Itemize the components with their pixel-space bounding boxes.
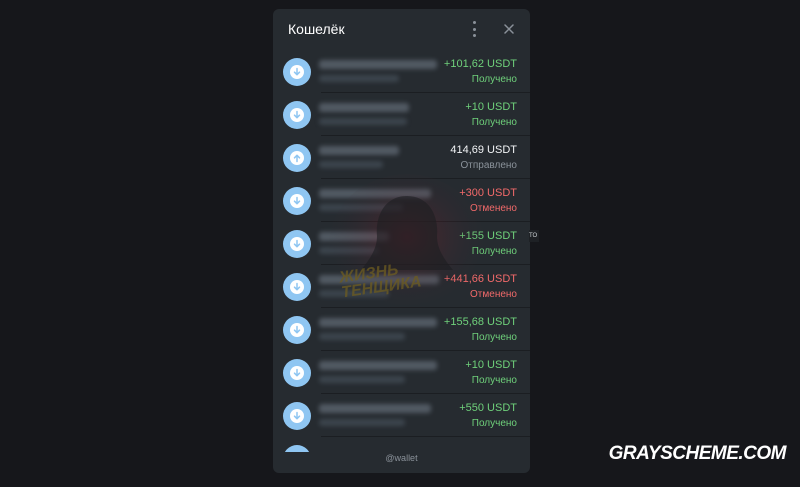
arrow-down-icon <box>283 101 311 129</box>
arrow-down-icon <box>283 187 311 215</box>
redacted-date <box>319 204 403 211</box>
transaction-row[interactable]: +101,62 USDT Получено <box>273 50 530 93</box>
transaction-status: Получено <box>471 117 517 128</box>
transaction-amount: 414,69 USDT <box>450 144 517 156</box>
redacted-date <box>319 419 405 426</box>
wallet-footer: @wallet <box>385 453 418 463</box>
redacted-date <box>319 118 407 125</box>
arrow-up-icon <box>283 144 311 172</box>
redacted-counterparty <box>319 146 399 155</box>
transaction-row[interactable]: 414,69 USDT Отправлено <box>273 136 530 179</box>
transaction-amount: +101,62 USDT <box>443 58 517 70</box>
redacted-date <box>319 376 405 383</box>
transaction-amount: +155 USDT <box>459 230 517 242</box>
wallet-panel: Кошелёк +101,62 USDT Получено +10 USDT Полу… <box>273 9 530 473</box>
transaction-status: Отправлено <box>460 160 517 171</box>
edge-fragment: TO <box>529 230 539 242</box>
arrow-down-icon <box>283 316 311 344</box>
redacted-counterparty <box>319 60 437 69</box>
redacted-date <box>319 333 405 340</box>
transaction-status: Отменено <box>470 289 517 300</box>
redacted-counterparty <box>319 318 437 327</box>
redacted-date <box>319 290 389 297</box>
more-vertical-icon[interactable] <box>469 21 479 37</box>
redacted-date <box>319 161 383 168</box>
transaction-status: Получено <box>471 418 517 429</box>
transaction-row[interactable]: +441,66 USDT Отменено <box>273 265 530 308</box>
transaction-status: Получено <box>471 375 517 386</box>
brand-watermark: GRAYSCHEME.COM <box>608 443 787 464</box>
transaction-status: Получено <box>471 74 517 85</box>
arrow-down-icon <box>283 58 311 86</box>
transaction-amount: +550 USDT <box>459 402 517 414</box>
transaction-row[interactable]: +10 USDT Получено <box>273 93 530 136</box>
wallet-title: Кошелёк <box>288 21 345 37</box>
transaction-row[interactable]: +550 USDT Получено <box>273 394 530 437</box>
redacted-date <box>319 75 399 82</box>
wallet-header: Кошелёк <box>273 9 530 51</box>
redacted-counterparty <box>319 404 431 413</box>
arrow-down-icon <box>283 402 311 430</box>
transaction-amount: +441,66 USDT <box>443 273 517 285</box>
redacted-counterparty <box>319 275 439 284</box>
transaction-list: +101,62 USDT Получено +10 USDT Получено 414,… <box>273 50 530 452</box>
transaction-status: Получено <box>471 246 517 257</box>
redacted-date <box>319 247 379 254</box>
transaction-status: Отменено <box>470 203 517 214</box>
transaction-row[interactable]: +155,68 USDT Получено <box>273 308 530 351</box>
redacted-counterparty <box>319 361 437 370</box>
transaction-row[interactable]: +10 USDT Получено <box>273 351 530 394</box>
transaction-amount: +10 USDT <box>465 359 517 371</box>
close-icon[interactable] <box>501 21 517 37</box>
redacted-counterparty <box>319 232 389 241</box>
transaction-row[interactable]: +300 USDT Отменено <box>273 179 530 222</box>
transaction-amount: +300 USDT <box>459 187 517 199</box>
arrow-down-icon <box>283 359 311 387</box>
redacted-counterparty <box>319 189 431 198</box>
transaction-amount: +10 USDT <box>465 101 517 113</box>
transaction-amount: +155,68 USDT <box>443 316 517 328</box>
arrow-down-icon <box>283 273 311 301</box>
transaction-status: Получено <box>471 332 517 343</box>
transaction-row[interactable]: +155 USDT Получено <box>273 222 530 265</box>
redacted-counterparty <box>319 103 409 112</box>
arrow-down-icon <box>283 230 311 258</box>
